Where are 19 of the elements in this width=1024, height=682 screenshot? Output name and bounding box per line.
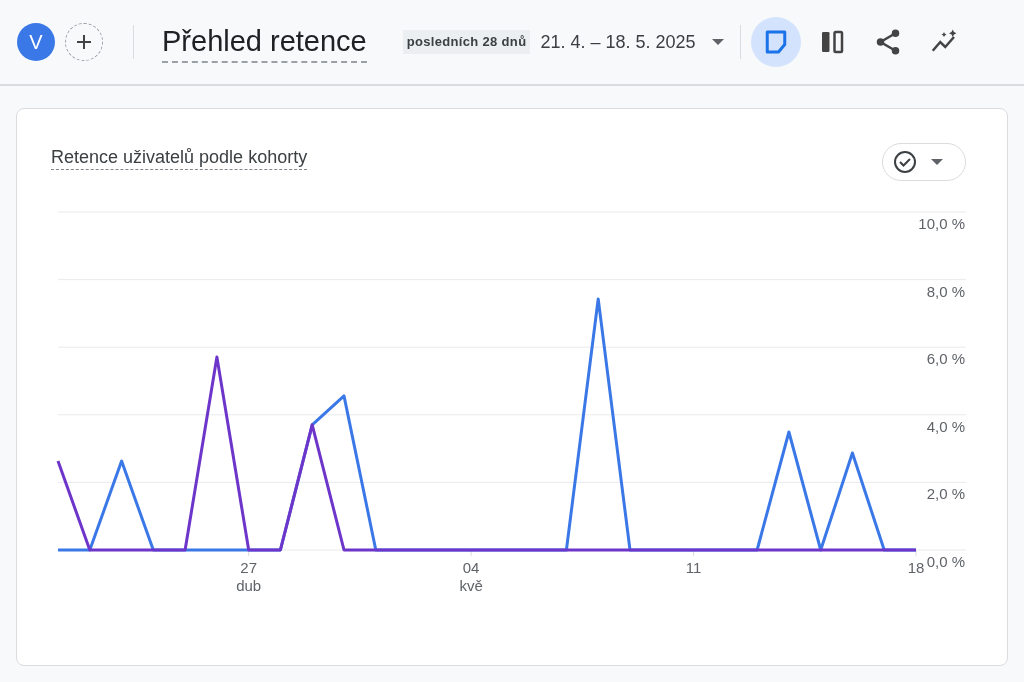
x-axis-label: 18 [907,559,925,576]
y-axis-label: 10,0 % [918,215,965,232]
y-axis-label: 6,0 % [926,350,965,368]
y-axis-label: 2,0 % [926,485,965,503]
x-axis-label: 27 dub [236,559,262,594]
y-axis-label: 8,0 % [926,282,965,300]
avatar[interactable]: V [17,23,55,61]
y-axis-label: 4,0 % [926,417,965,435]
chart-title: Retence uživatelů podle kohorty [51,145,308,170]
x-axis-label: 11 [685,559,702,576]
x-axis-label: 04 kvě [459,559,483,594]
note-icon[interactable] [750,17,801,67]
caret-icon[interactable] [711,39,724,45]
report-title: Přehled retence [162,21,367,63]
y-axis-label: 0,0 % [926,553,965,570]
caret-icon [931,159,943,165]
check-circle-icon [893,150,917,174]
period-badge: posledních 28 dnů [402,30,531,54]
date-range[interactable]: 21. 4. – 18. 5. 2025 [540,28,696,56]
